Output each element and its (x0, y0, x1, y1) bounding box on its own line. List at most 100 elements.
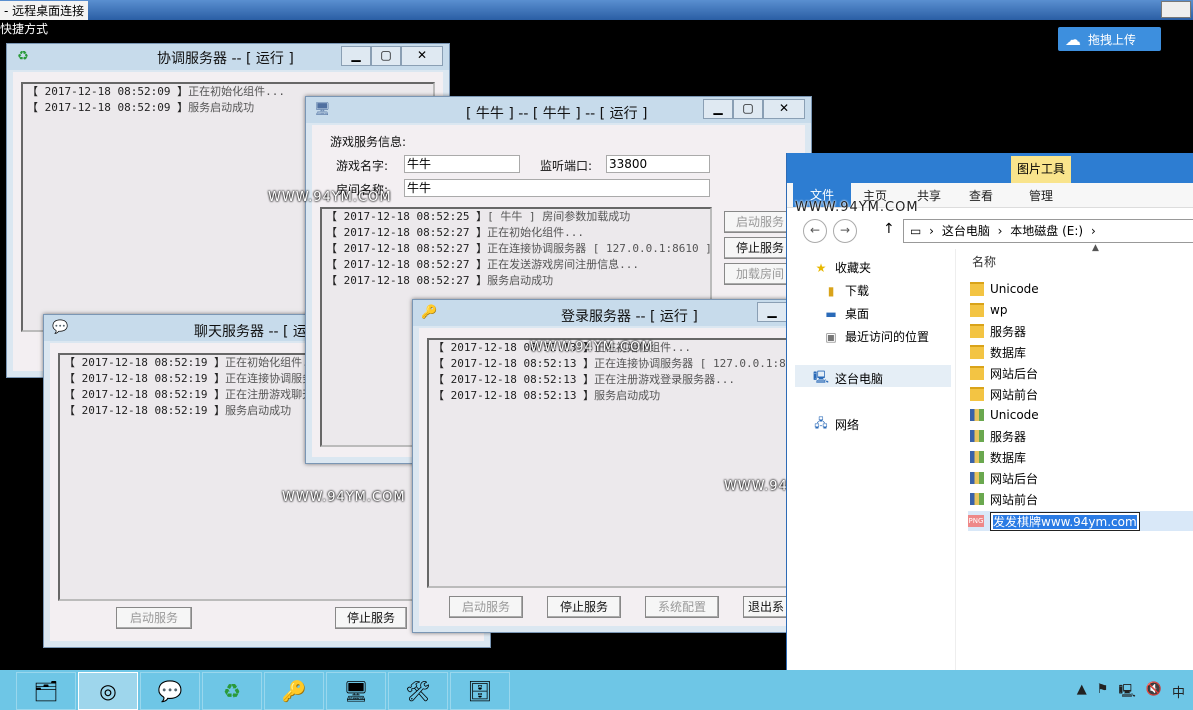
network-icon: 🖧 (814, 416, 828, 430)
minimize-button[interactable]: ▁ (341, 46, 371, 66)
login-exit-button[interactable]: 退出系 (743, 596, 789, 618)
drag-upload-label: 拖拽上传 (1088, 32, 1137, 47)
maximize-button[interactable]: ▢ (371, 46, 401, 66)
watermark: WWW.94YM.COM (795, 200, 919, 215)
maximize-button[interactable]: ▢ (733, 99, 763, 119)
login-server-taskbar-icon[interactable]: 🔑 (264, 672, 324, 710)
nav-favorites[interactable]: ★ 收藏夹 (813, 259, 871, 276)
archive-row[interactable]: 网站前台 (970, 489, 1038, 509)
watermark: WWW.94YM.COM (268, 190, 392, 205)
breadcrumb-drive-e[interactable]: 本地磁盘 (E:) (1010, 224, 1083, 238)
remote-desktop-bar (0, 0, 1193, 20)
file-explorer-taskbar-icon[interactable]: 🗂 (16, 672, 76, 710)
computer-icon: 🖳 (813, 370, 830, 384)
coord-server-taskbar-icon[interactable]: ♻ (202, 672, 262, 710)
archive-row[interactable]: 服务器 (970, 426, 1026, 446)
chrome-taskbar-icon[interactable]: ◎ (78, 672, 138, 710)
system-tray: ▲ ⚑ 🖳 🔇 中 (1077, 682, 1185, 704)
folder-row[interactable]: 数据库 (970, 342, 1026, 362)
tab-share[interactable]: 共享 (917, 187, 941, 204)
back-button[interactable]: ← (803, 219, 827, 243)
archive-row[interactable]: 网站后台 (970, 468, 1038, 488)
folder-icon (970, 345, 984, 359)
file-name: 网站后台 (990, 366, 1039, 381)
archive-icon (970, 451, 984, 463)
room-name-field[interactable]: 牛牛 (404, 179, 710, 197)
folder-row[interactable]: 网站前台 (970, 384, 1038, 404)
chat-start-button[interactable]: 启动服务 (116, 607, 192, 629)
sort-chevron-icon: ▲ (1092, 243, 1099, 253)
desktop-icon: ▬ (825, 306, 837, 321)
flag-icon[interactable]: ⚑ (1097, 682, 1109, 704)
png-file-icon: PNG (968, 515, 984, 527)
server-icon: ♻ (17, 49, 29, 64)
network-tray-icon[interactable]: 🖳 (1118, 682, 1135, 704)
log-line: 【 2017-12-18 08:52:27 】正在初始化组件... (326, 226, 584, 239)
log-line: 【 2017-12-18 08:52:27 】服务启动成功 (326, 274, 554, 287)
drag-upload-button[interactable]: ☁ 拖拽上传 (1058, 27, 1161, 51)
close-button[interactable]: ✕ (401, 46, 443, 66)
breadcrumb-this-pc[interactable]: 这台电脑 (942, 224, 990, 238)
key-icon: 🔑 (421, 305, 438, 320)
game-name-label: 游戏名字: (336, 159, 389, 173)
chat-icon: 💬 (52, 320, 69, 335)
folder-row[interactable]: 网站后台 (970, 363, 1038, 383)
folder-row[interactable]: 服务器 (970, 321, 1026, 341)
explorer-title-bar[interactable] (787, 153, 1193, 183)
tray-expand-icon[interactable]: ▲ (1077, 682, 1087, 704)
tab-view[interactable]: 查看 (969, 187, 993, 204)
server-manager-taskbar-icon[interactable]: 🗄 (450, 672, 510, 710)
folder-icon (970, 324, 984, 338)
column-name-header[interactable]: 名称 (972, 253, 996, 270)
forward-button[interactable]: → (833, 219, 857, 243)
rename-input[interactable]: 发发棋牌www.94ym.com (990, 511, 1140, 531)
minimize-button[interactable]: ▁ (757, 302, 787, 322)
log-line: 【 2017-12-18 08:52:25 】[ 牛牛 ] 房间参数加载成功 (326, 210, 631, 223)
tools-taskbar-icon[interactable]: 🛠 (388, 672, 448, 710)
nav-network[interactable]: 🖧 网络 (813, 414, 859, 435)
chat-stop-button[interactable]: 停止服务 (335, 607, 407, 629)
login-start-button[interactable]: 启动服务 (449, 596, 523, 618)
tab-manage[interactable]: 管理 (1029, 187, 1053, 204)
game-title: [ 牛牛 ] -- [ 牛牛 ] -- [ 运行 ] (466, 106, 648, 122)
log-line: 【 2017-12-18 08:52:13 】正在注册游戏登录服务器... (433, 373, 735, 386)
taskbar: 🗂 ◎ 💬 ♻ 🔑 🖥 🛠 🗄 ▲ ⚑ 🖳 🔇 中 (0, 670, 1193, 710)
folder-row[interactable]: wp (970, 300, 1007, 320)
archive-row[interactable]: Unicode (970, 405, 1039, 425)
chat-taskbar-icon[interactable]: 💬 (140, 672, 200, 710)
login-stop-button[interactable]: 停止服务 (547, 596, 621, 618)
close-button[interactable]: ✕ (763, 99, 805, 119)
login-config-button[interactable]: 系统配置 (645, 596, 719, 618)
volume-muted-icon[interactable]: 🔇 (1146, 682, 1162, 704)
log-line: 【 2017-12-18 08:52:13 】服务启动成功 (433, 389, 661, 402)
nav-downloads[interactable]: ▮ 下载 (823, 282, 869, 299)
up-button[interactable]: ↑ (883, 221, 895, 237)
game-server-taskbar-icon[interactable]: 🖥 (326, 672, 386, 710)
file-name: 网站前台 (990, 387, 1039, 402)
chat-title: 聊天服务器 -- [ 运 (194, 324, 307, 340)
address-bar[interactable]: ▭ › 这台电脑 › 本地磁盘 (E:) › (903, 219, 1193, 243)
file-list-pane: ▲ 名称 Unicode wp 服务器 数据库 网站后台 网站前台 Unicode 服务器 数据… (955, 243, 1193, 670)
login-log: 【 2017-12-18 08:52:13 】正在初始化组件... 【 2017… (427, 338, 806, 588)
picture-tools-tab[interactable]: 图片工具 (1011, 156, 1071, 183)
port-field[interactable]: 33800 (606, 155, 710, 173)
ime-indicator[interactable]: 中 (1172, 682, 1185, 704)
navigation-pane: ★ 收藏夹 ▮ 下载 ▬ 桌面 ▣ 最近访问的位置 🖳 这台电脑 🖧 网络 (787, 249, 951, 670)
png-file-row[interactable]: PNG 发发棋牌www.94ym.com (968, 511, 1193, 531)
file-name: 网站前台 (990, 492, 1039, 507)
desktop-shortcut-label: 快捷方式 (0, 22, 49, 36)
file-name: Unicode (990, 282, 1039, 296)
remote-desktop-title: - 远程桌面连接 (0, 1, 89, 20)
nav-recent[interactable]: ▣ 最近访问的位置 (823, 328, 929, 345)
file-name: 数据库 (990, 345, 1027, 360)
log-line: 【 2017-12-18 08:52:27 】正在发送游戏房间注册信息... (326, 258, 639, 271)
game-name-field[interactable]: 牛牛 (404, 155, 520, 173)
folder-icon (970, 303, 984, 317)
folder-row[interactable]: Unicode (970, 279, 1039, 299)
archive-row[interactable]: 数据库 (970, 447, 1026, 467)
remote-desktop-close-button[interactable] (1161, 1, 1191, 18)
nav-desktop[interactable]: ▬ 桌面 (823, 305, 869, 322)
nav-this-pc[interactable]: 🖳 这台电脑 (813, 368, 883, 389)
minimize-button[interactable]: ▁ (703, 99, 733, 119)
game-info-group-label: 游戏服务信息: (330, 135, 407, 149)
